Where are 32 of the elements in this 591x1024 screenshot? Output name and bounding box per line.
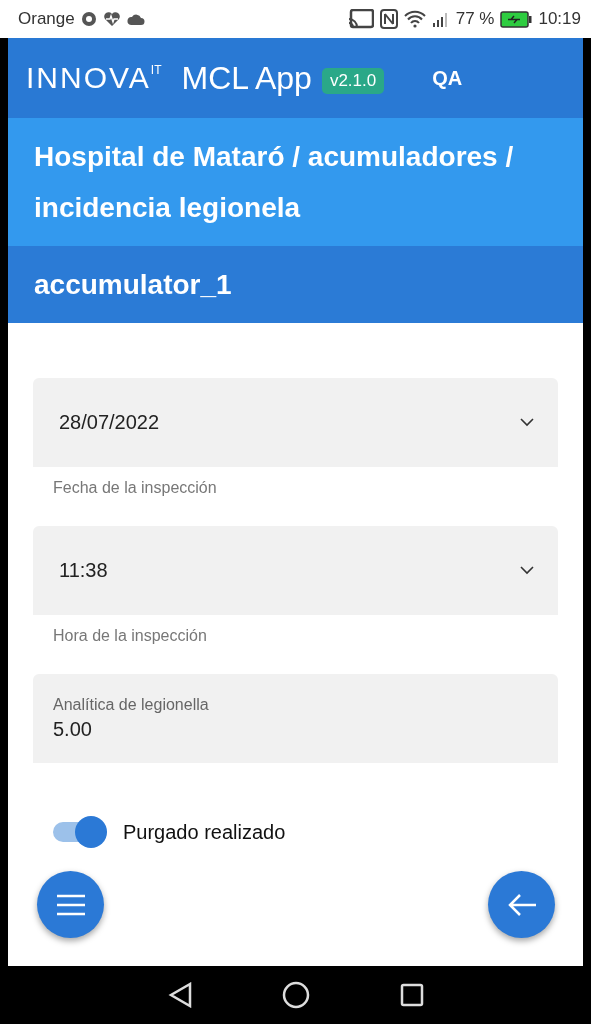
dropdown-field[interactable]: 28/07/2022 <box>33 378 558 467</box>
input-field[interactable]: Analítica de legionella 5.00 <box>33 674 558 763</box>
signal-icon <box>431 11 450 27</box>
recents-nav-icon[interactable] <box>399 983 424 1007</box>
menu-icon <box>55 893 86 916</box>
home-nav-icon[interactable] <box>281 981 310 1009</box>
dropdown-field[interactable]: 11:38 <box>33 526 558 615</box>
cloud-icon <box>126 13 145 25</box>
back-arrow-icon <box>506 892 537 917</box>
environment-label: QA <box>432 66 463 90</box>
logo: INNOVA$^{IT}$ <box>26 61 162 95</box>
wifi-icon <box>403 10 426 28</box>
cast-icon <box>347 9 374 29</box>
version-badge: v2.1.0 <box>321 68 385 94</box>
back-nav-icon[interactable] <box>167 982 192 1008</box>
page-subtitle: accumulator_1 <box>8 246 583 323</box>
heart-rate-icon <box>102 11 121 27</box>
nfc-icon <box>379 9 398 29</box>
toggle-switch[interactable] <box>53 815 107 849</box>
breadcrumb: Hospital de Mataró / acumuladores / incidencia legionela <box>8 118 583 246</box>
field-helper-text: Hora de la inspección <box>52 626 208 646</box>
chevron-down-icon <box>520 418 534 427</box>
carrier-name: Orange <box>18 9 75 29</box>
battery-percent: 77 % <box>455 9 495 29</box>
back-button[interactable] <box>488 871 555 938</box>
battery-icon <box>500 10 533 28</box>
app-title: MCL App <box>181 59 312 97</box>
chevron-down-icon <box>520 566 534 575</box>
clock-time: 10:19 <box>538 9 581 29</box>
toggle-label: Purgado realizado <box>123 820 286 844</box>
field-helper-text: Fecha de la inspección <box>52 478 218 498</box>
menu-button[interactable] <box>37 871 104 938</box>
